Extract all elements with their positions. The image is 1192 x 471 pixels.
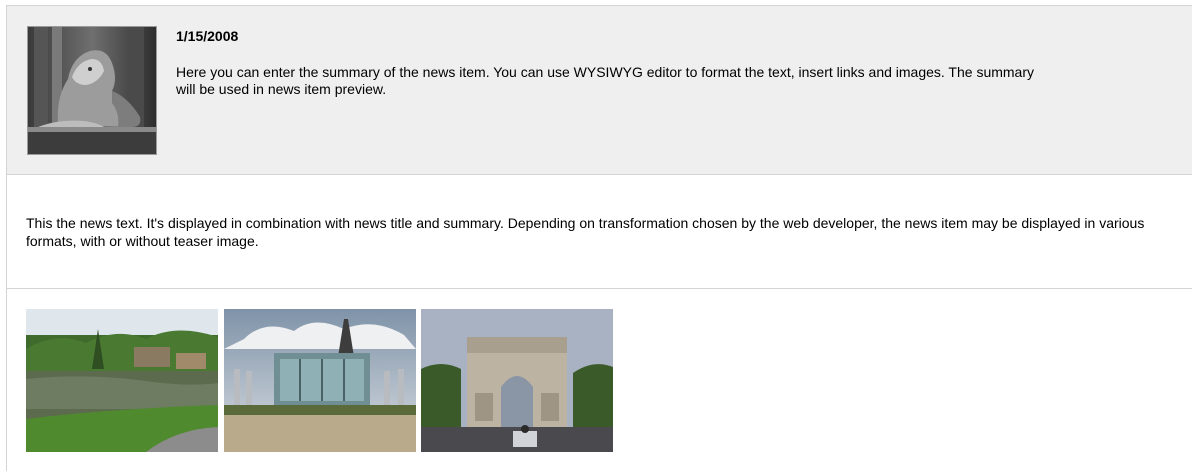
teaser-image-lion-statue [27, 26, 157, 155]
gallery-image-arc-de-triomphe[interactable] [421, 309, 613, 452]
news-summary: Here you can enter the summary of the ne… [176, 64, 1035, 97]
gallery-image-glass-building[interactable] [224, 309, 416, 452]
image-gallery [6, 289, 1192, 471]
news-item: 1/15/2008 Here you can enter the summary… [0, 0, 1192, 471]
news-text: This the news text. It's displayed in co… [26, 215, 1145, 249]
news-body-panel: This the news text. It's displayed in co… [6, 175, 1192, 289]
gallery-image-pond[interactable] [26, 309, 218, 452]
news-summary-panel: 1/15/2008 Here you can enter the summary… [6, 5, 1192, 175]
news-date: 1/15/2008 [176, 28, 239, 44]
